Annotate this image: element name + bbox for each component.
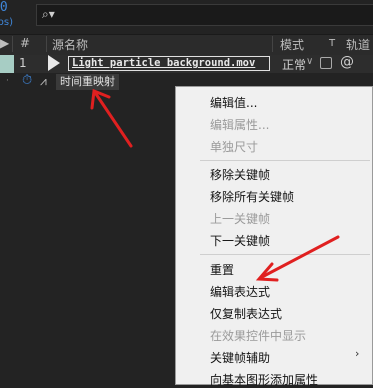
annotation-arrow-2 bbox=[255, 235, 340, 282]
annotation-arrows bbox=[90, 88, 340, 282]
annotation-arrow-1 bbox=[90, 88, 133, 148]
